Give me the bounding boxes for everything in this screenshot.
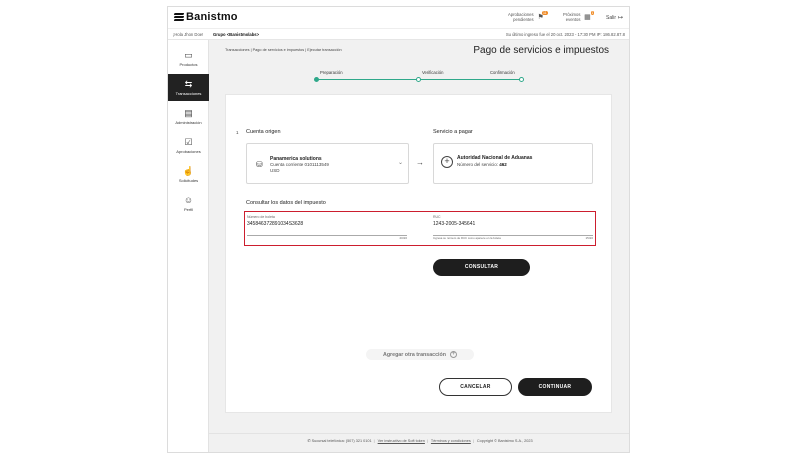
soft-token-link[interactable]: Ver instructivo de Soft token [378,439,425,443]
sidebar-item-label: Productos [179,61,198,67]
logout-icon: ↦ [618,15,624,21]
service-number: Número del servicio: 462 [457,162,507,167]
ruc-input[interactable]: 1243-2005-345641 [433,221,593,227]
progress-stepper: Preparación Verificación Confirmación [314,70,524,82]
service-number-value: 462 [499,162,507,167]
sidebar-item-productos[interactable]: ▭ Productos [168,45,209,72]
logout-button[interactable]: Salir ↦ [606,14,624,22]
payment-form-card: 1 Cuenta origen ⛁ Panamerica solutions C… [225,94,612,413]
hand-click-icon: ☝ [182,165,195,176]
sidebar-item-perfil[interactable]: ☺ Perfil [168,190,209,217]
add-transaction-button[interactable]: Agregar otra transacción + [366,349,474,360]
brand-name: Banistmo [186,11,238,23]
brand-logo[interactable]: Banistmo [173,11,238,23]
phone-icon: ✆ [307,439,311,443]
service-number-label: Número del servicio: [457,162,499,167]
continue-button[interactable]: CONTINUAR [518,378,592,396]
cancel-button[interactable]: CANCELAR [439,378,512,396]
step-label-confirmacion: Confirmación [490,70,515,75]
plus-circle-icon: + [450,351,457,358]
sidebar-item-aprobaciones[interactable]: ☑ Aprobaciones [168,132,209,159]
terms-link[interactable]: Términos y condiciones [431,439,471,443]
breadcrumb[interactable]: Transacciones | Pago de servicios e impu… [225,48,342,52]
pending-approvals[interactable]: Aprobaciones pendientes ⚑ 11 [508,11,548,22]
ruc-label: RUC [433,215,441,219]
ballot-number-field[interactable]: Número de boleta 345846372891034S3628 20… [247,215,407,240]
events-count-badge: 1 [590,11,595,15]
approvals-count-badge: 11 [541,11,548,15]
calendar-icon: ▦ 1 [584,11,595,21]
sidebar-item-label: Aprobaciones [176,148,201,154]
step-number: 1 [236,130,239,135]
copyright: Copyright © Banistmo S.A., 2023 [476,439,533,443]
add-transaction-label: Agregar otra transacción [383,351,446,358]
group-name: Grupo <Banistmolabs> [213,32,260,37]
money-bag-icon: ⛁ [256,160,263,169]
approvals-bell-icon: ⚑ 11 [537,11,548,21]
ballot-input[interactable]: 345846372891034S3628 [247,221,407,227]
ballot-label: Número de boleta [247,215,275,219]
tax-fields-highlight: Número de boleta 345846372891034S3628 20… [244,211,596,246]
sidebar-item-administracion[interactable]: ▤ Administración [168,103,209,130]
events-label-2: eventos [565,17,581,22]
service-name: Autoridad Nacional de Aduanas [457,155,533,161]
sidebar-item-label: Perfil [183,206,194,212]
greeting-text: ¡Hola Jhon Doe! [173,32,204,37]
document-gear-icon: ▤ [184,107,193,118]
sidebar-item-label: Solicitudes [178,177,199,183]
upcoming-events[interactable]: Próximos eventos ▦ 1 [563,11,595,22]
origin-account-selector[interactable]: ⛁ Panamerica solutions Cuenta corriente … [246,143,409,184]
account-currency: USD [270,168,280,173]
sidebar: ▭ Productos ⇆ Transacciones ▤ Administra… [168,40,209,452]
card-icon: ▭ [184,49,193,60]
footer-phone: Sucursal telefónica: (507) 321 0101 [311,439,372,443]
step-dot-verificacion [416,77,421,82]
app-window: Banistmo Aprobaciones pendientes ⚑ 11 Pró… [167,6,630,453]
step-label-preparacion: Preparación [320,70,343,75]
sidebar-item-solicitudes[interactable]: ☝ Solicitudes [168,161,209,188]
ballot-char-count: 20/20 [399,236,407,240]
add-circle-icon: + [441,156,453,168]
tax-query-title: Consultar los datos del impuesto [246,200,326,206]
sidebar-item-label: Administración [175,119,202,125]
user-icon: ☺ [183,194,194,205]
ruc-field[interactable]: RUC 1243-2005-345641 Ingresa su número d… [433,215,593,240]
step-label-verificacion: Verificación [422,70,444,75]
chevron-down-icon: ⌄ [397,160,403,166]
sidebar-item-label: Transacciones [175,90,202,96]
last-login-info: Su último ingreso fue el 20 oct. 2023 - … [505,32,625,37]
sidebar-item-transacciones[interactable]: ⇆ Transacciones [168,74,209,101]
service-title: Servicio a pagar [433,129,473,135]
logout-label: Salir [606,14,617,21]
page-title: Pago de servicios e impuestos [473,45,609,56]
checkbox-icon: ☑ [184,136,193,147]
footer: ✆ Sucursal telefónica: (507) 321 0101 | V… [209,433,629,452]
ruc-hint: Ingresa su número de RUC como aparece en… [433,236,501,240]
brand-mark-icon [173,12,185,22]
transfer-arrows-icon: ⇆ [184,78,193,89]
step-dot-preparacion [314,77,319,82]
greeting-bar: ¡Hola Jhon Doe! Grupo <Banistmolabs> Su … [168,28,629,40]
consult-button[interactable]: CONSULTAR [433,259,530,276]
ruc-char-count: 15/20 [585,236,593,240]
account-number: Cuenta corriente 0101113549 [270,162,329,167]
step-dot-confirmacion [519,77,524,82]
service-selector[interactable]: + Autoridad Nacional de Aduanas Número d… [433,143,593,184]
approvals-label-2: pendientes [513,17,534,22]
top-header: Banistmo Aprobaciones pendientes ⚑ 11 Pró… [168,7,629,28]
arrow-right-icon: → [416,158,424,167]
origin-account-title: Cuenta origen [246,129,281,135]
ballot-underline [247,235,407,236]
